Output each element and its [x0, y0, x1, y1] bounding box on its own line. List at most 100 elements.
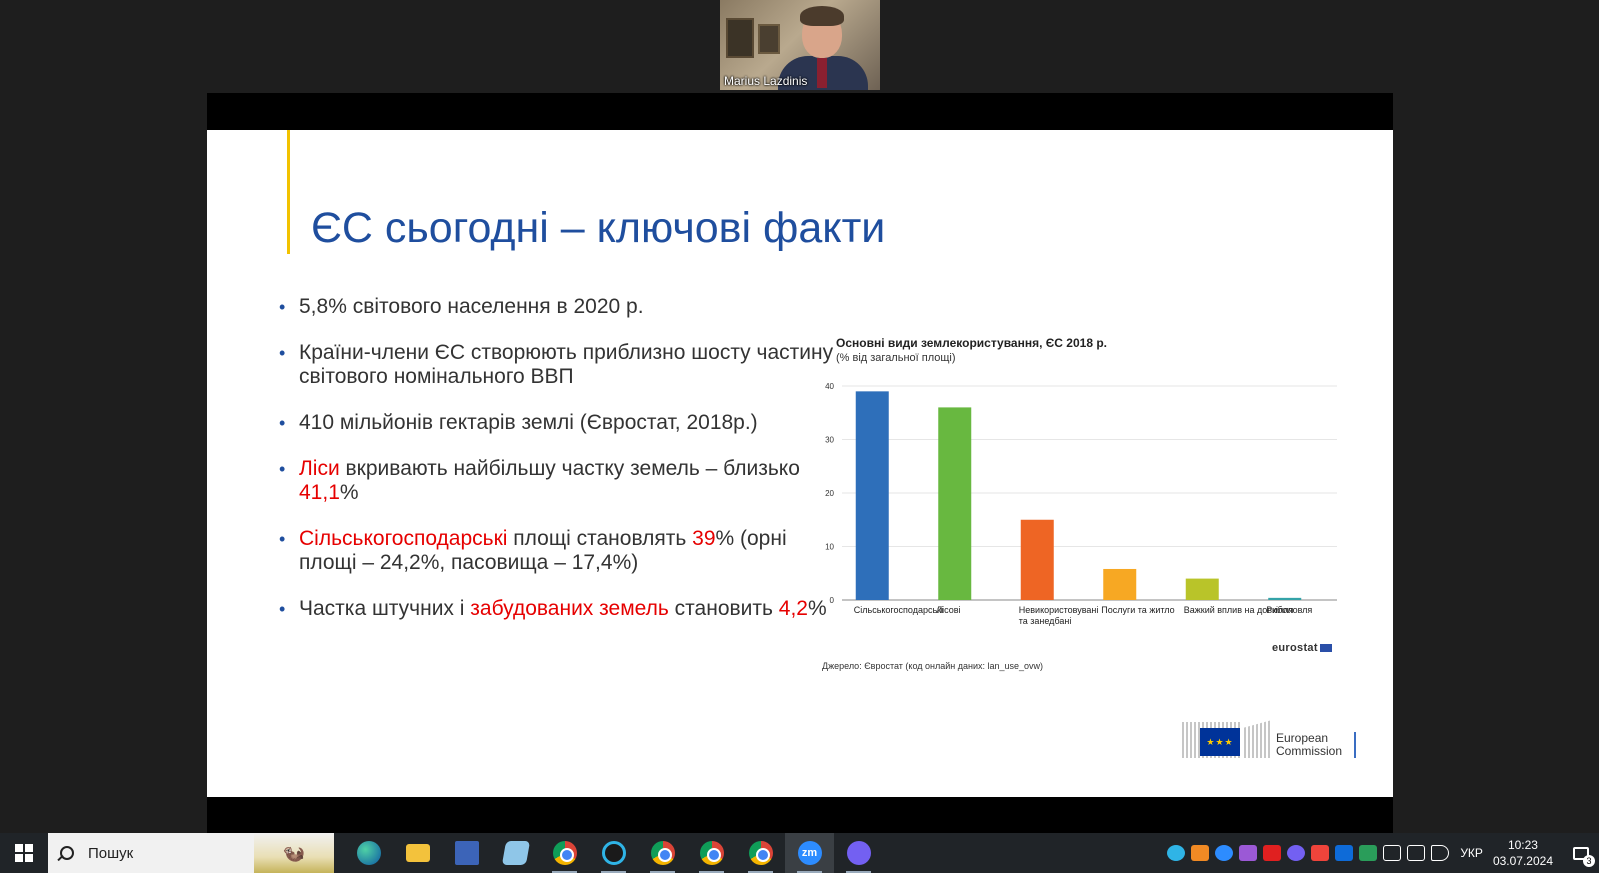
language-indicator[interactable]: УКР: [1460, 846, 1483, 860]
taskbar-app-viber[interactable]: [834, 833, 883, 873]
clock-date: 03.07.2024: [1492, 854, 1553, 868]
land-use-chart: 0 10 20 30 40 Сільськогосподарські Лісові Невик…: [812, 330, 1367, 675]
bullet-text: 410 мільйонів гектарів землі (Євростат, …: [299, 411, 758, 434]
webex-icon: [601, 841, 626, 865]
painting-background-2: [758, 24, 780, 54]
bullet-item: Частка штучних і забудованих земель стан…: [277, 597, 837, 621]
volume-icon[interactable]: [1431, 845, 1450, 861]
eurostat-label: eurostat: [1272, 642, 1318, 654]
participant-video-tile[interactable]: Marius Lazdinis: [720, 0, 880, 90]
tray-viber-icon[interactable]: [1287, 845, 1306, 861]
x-tick-label: Риболовля: [1266, 605, 1312, 615]
painting-background: [726, 18, 754, 58]
bullet-text: площі становлять: [507, 527, 693, 550]
eu-flag-icon: [1319, 644, 1332, 653]
bar: [1268, 597, 1302, 600]
bullet-item: Сільськогосподарські площі становлять 39…: [277, 527, 837, 575]
bar: [1020, 519, 1054, 600]
taskbar-app-chrome-profile-2[interactable]: [736, 833, 785, 873]
bullet-highlight: 41,1: [299, 481, 340, 504]
tray-acrobat-icon[interactable]: [1263, 845, 1282, 861]
tray-app-icon[interactable]: [1191, 845, 1210, 861]
chart-subtitle: (% від загальної площі): [836, 352, 956, 364]
taskbar-app-chrome-profile-v[interactable]: [687, 833, 736, 873]
eurostat-logo: eurostat: [1272, 642, 1332, 654]
tray-zoom-icon[interactable]: [1215, 845, 1234, 861]
y-tick-label: 10: [825, 543, 834, 552]
bar: [1103, 568, 1137, 600]
chart-title: Основні види землекористування, ЄС 2018 …: [836, 336, 1107, 350]
taskbar-search[interactable]: Пошук 🦦: [48, 833, 334, 873]
taskbar-app-file-explorer[interactable]: [393, 833, 442, 873]
bullet-list: 5,8% світового населення в 2020 р. Країни…: [277, 295, 837, 643]
screen: Marius Lazdinis ЄС сьогодні – ключові фа…: [0, 0, 1599, 873]
clock[interactable]: 10:23 03.07.2024: [1493, 837, 1553, 869]
bullet-text: вкривають найбільшу частку земель – близ…: [339, 457, 800, 480]
ec-logo-line2: Commission: [1276, 744, 1343, 758]
taskbar: Пошук 🦦 zm УКР 10:23 03.07.2024 3: [0, 833, 1599, 873]
tray-security-icon[interactable]: [1359, 845, 1378, 861]
tray-network-icon[interactable]: [1407, 845, 1426, 861]
tray-anydesk-icon[interactable]: [1311, 845, 1330, 861]
taskbar-app-chrome[interactable]: [540, 833, 589, 873]
notification-center-button[interactable]: 3: [1563, 833, 1599, 873]
participant-name: Marius Lazdinis: [724, 74, 808, 88]
zoom-icon: zm: [797, 841, 822, 865]
y-tick-label: 40: [825, 382, 834, 391]
bullet-highlight: Сільськогосподарські: [299, 527, 508, 550]
building-wing-icon: [1244, 720, 1272, 758]
chrome-profile-v-icon: [699, 841, 724, 865]
x-tick-label: Невикористовувані: [1019, 605, 1099, 615]
file-explorer-icon: [405, 844, 430, 862]
bullet-item: Ліси вкривають найбільшу частку земель –…: [277, 457, 837, 505]
taskbar-app-zoom[interactable]: zm: [785, 833, 834, 873]
search-highlight-art: 🦦: [254, 833, 334, 873]
european-commission-logo: ★★★ European Commission: [1182, 716, 1362, 766]
y-tick-label: 30: [825, 436, 834, 445]
bullet-highlight: 39: [692, 527, 716, 550]
chart-source: Джерело: Євростат (код онлайн даних: lan…: [822, 661, 1044, 671]
tray-network-off-icon[interactable]: [1383, 845, 1402, 861]
x-tick-label: Сільськогосподарські: [854, 605, 943, 615]
ec-logo-bar: [1354, 732, 1356, 758]
windows-logo-icon: [15, 844, 33, 862]
taskbar-app-edge[interactable]: [344, 833, 393, 873]
bullet-highlight: Ліси: [299, 457, 340, 480]
taskbar-app-notepad[interactable]: [491, 833, 540, 873]
bullet-highlight: забудованих земель: [470, 597, 669, 620]
edge-icon: [356, 841, 381, 865]
bar: [855, 391, 889, 600]
tray-teamviewer-icon[interactable]: [1335, 845, 1354, 861]
bar: [1185, 578, 1219, 600]
presentation-slide: ЄС сьогодні – ключові факти 5,8% світово…: [207, 130, 1393, 797]
bullet-item: 410 мільйонів гектарів землі (Євростат, …: [277, 411, 837, 435]
search-placeholder: Пошук: [88, 844, 134, 862]
notification-count: 3: [1583, 855, 1595, 867]
x-tick-label: Послуги та житло: [1101, 605, 1174, 615]
bullet-item: Країни-члени ЄС створюють приблизно шост…: [277, 341, 837, 389]
bullet-text: Країни-члени ЄС створюють приблизно шост…: [299, 341, 834, 388]
ec-logo-text: European Commission: [1276, 732, 1342, 758]
y-tick-label: 0: [830, 596, 835, 605]
tray-webex-icon[interactable]: [1167, 845, 1186, 861]
chart-svg: 0 10 20 30 40 СільськогосподарськіЛісові Невик…: [825, 382, 1337, 626]
taskbar-app-chrome-profile[interactable]: [638, 833, 687, 873]
taskbar-app-save[interactable]: [442, 833, 491, 873]
participant-hair: [800, 6, 844, 26]
taskbar-app-webex[interactable]: [589, 833, 638, 873]
notepad-icon: [501, 841, 530, 865]
shared-screen: ЄС сьогодні – ключові факти 5,8% світово…: [207, 93, 1393, 835]
bullet-text: Частка штучних і: [299, 597, 471, 620]
chrome-profile-2-icon: [748, 841, 773, 865]
viber-icon: [846, 841, 871, 865]
system-tray: УКР 10:23 03.07.2024 3: [1164, 833, 1599, 873]
zoom-icon-label: zm: [801, 847, 818, 859]
eu-flag-icon: ★★★: [1200, 728, 1240, 756]
bar: [938, 407, 972, 600]
save-icon: [454, 841, 479, 865]
chrome-icon: [552, 841, 577, 865]
x-tick-label: та занедбані: [1019, 616, 1072, 626]
bullet-highlight: 4,2: [778, 597, 808, 620]
tray-pen-icon[interactable]: [1239, 845, 1258, 861]
start-button[interactable]: [0, 833, 48, 873]
